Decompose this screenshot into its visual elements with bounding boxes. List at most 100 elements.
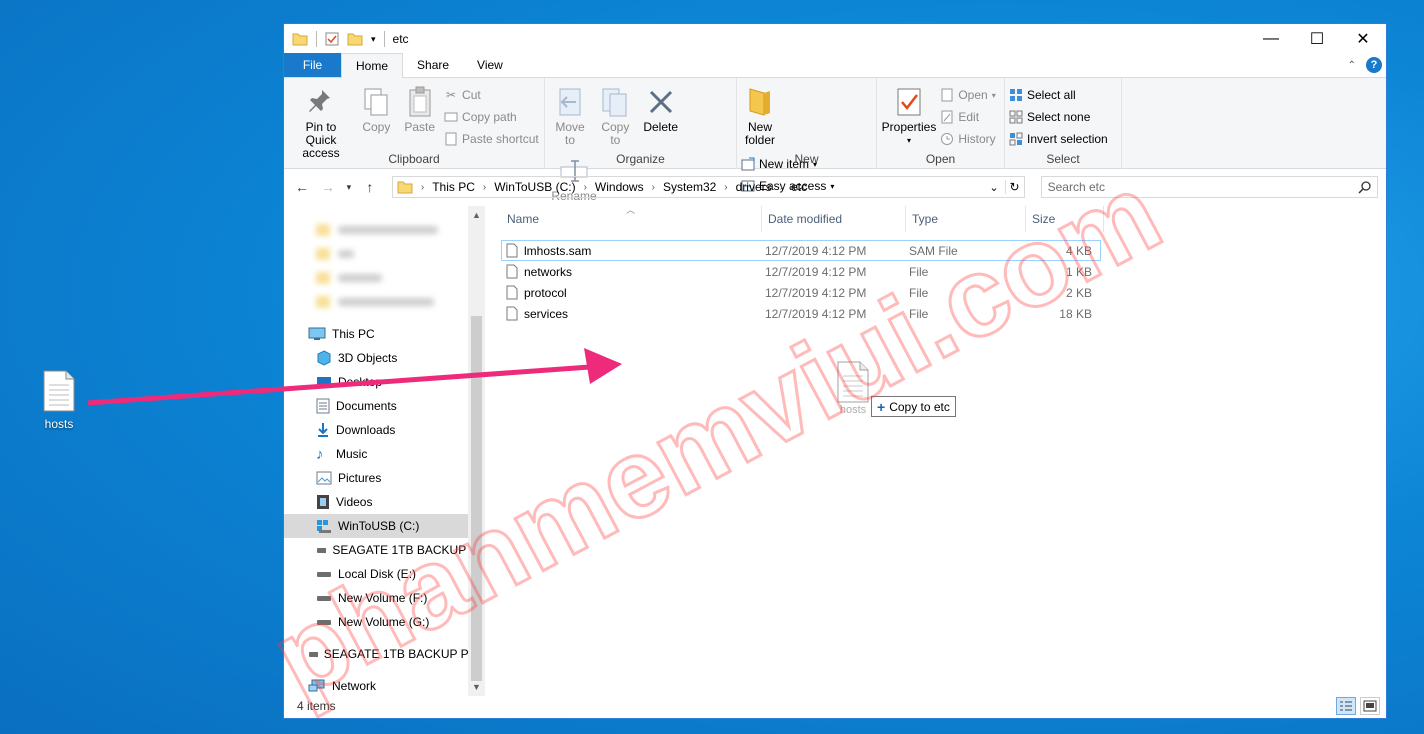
organize-group-title: Organize — [616, 152, 665, 166]
copy-to-button[interactable]: Copy to — [594, 82, 636, 151]
nav-local-disk-e[interactable]: Local Disk (E:) — [284, 562, 484, 586]
recent-locations-icon[interactable]: ▾ — [344, 182, 354, 193]
table-row[interactable]: protocol 12/7/2019 4:12 PM File 2 KB — [501, 282, 1101, 303]
scroll-down-icon[interactable]: ▼ — [468, 682, 485, 692]
window-title: etc — [392, 32, 409, 46]
file-explorer-window: ▾ etc — ☐ ✕ File Home Share View ⌃ ? Pin… — [283, 23, 1387, 719]
breadcrumb-drivers[interactable]: drivers — [736, 180, 772, 194]
nav-downloads[interactable]: Downloads — [284, 418, 484, 442]
nav-seagate-backup[interactable]: SEAGATE 1TB BACKUP PLU — [284, 642, 484, 666]
scroll-up-icon[interactable]: ▲ — [468, 210, 485, 220]
table-row[interactable]: lmhosts.sam 12/7/2019 4:12 PM SAM File 4… — [501, 240, 1101, 261]
breadcrumb-etc[interactable]: etc — [791, 180, 807, 194]
tab-file[interactable]: File — [284, 53, 341, 77]
new-folder-button[interactable]: New folder — [741, 82, 779, 151]
forward-button[interactable]: → — [318, 179, 338, 195]
downloads-icon — [318, 423, 328, 437]
tab-home[interactable]: Home — [341, 53, 404, 78]
column-date-modified[interactable]: Date modified — [762, 206, 906, 232]
open-button[interactable]: Open ▾ — [940, 84, 996, 106]
desktop-icon-label: hosts — [44, 417, 74, 431]
tab-share[interactable]: Share — [403, 53, 463, 77]
invert-selection-button[interactable]: Invert selection — [1009, 128, 1108, 150]
copy-to-tooltip: + Copy to etc — [871, 396, 956, 417]
folder-icon — [397, 181, 413, 194]
properties-button[interactable]: Properties ▾ — [881, 82, 937, 151]
documents-icon — [316, 398, 330, 414]
breadcrumb-drive[interactable]: WinToUSB (C:) — [494, 180, 575, 194]
nav-new-volume-f[interactable]: New Volume (F:) — [284, 586, 484, 610]
up-button[interactable]: ↑ — [360, 179, 380, 195]
open-group: Properties ▾ Open ▾ Edit History Open — [877, 78, 1005, 169]
close-button[interactable]: ✕ — [1340, 24, 1386, 54]
desktop-hosts-file[interactable]: hosts — [30, 370, 88, 431]
nav-videos[interactable]: Videos — [284, 490, 484, 514]
breadcrumb-this-pc[interactable]: This PC — [432, 180, 475, 194]
select-group-title: Select — [1046, 152, 1080, 166]
paste-button[interactable]: Paste — [399, 82, 441, 138]
address-dropdown-icon[interactable]: ⌄ — [989, 181, 998, 194]
move-to-button[interactable]: Move to — [549, 82, 591, 151]
search-icon — [1358, 180, 1371, 194]
scissors-icon: ✂ — [446, 88, 457, 102]
navigation-pane: This PC 3D Objects Desktop Documents Dow… — [284, 206, 485, 696]
nav-this-pc[interactable]: This PC — [284, 322, 484, 346]
minimize-button[interactable]: — — [1248, 24, 1294, 54]
nav-music[interactable]: ♪ Music — [284, 442, 484, 466]
details-view-button[interactable] — [1336, 697, 1356, 715]
qat-dropdown-icon[interactable]: ▾ — [371, 34, 376, 45]
search-box[interactable]: Search etc — [1040, 176, 1378, 198]
breadcrumb-system32[interactable]: System32 — [663, 180, 716, 194]
pictures-icon — [316, 471, 332, 485]
nav-seagate-drive[interactable]: SEAGATE 1TB BACKUP PL — [284, 538, 484, 562]
ribbon-tabs: File Home Share View ⌃ ? — [284, 53, 1386, 78]
videos-icon — [317, 495, 329, 509]
paste-icon — [409, 86, 431, 117]
history-button[interactable]: History — [940, 128, 996, 150]
clipboard-group: Pin to Quick access Copy Paste ✂ Cut Copy… — [284, 78, 545, 169]
delete-button[interactable]: Delete — [640, 82, 682, 138]
back-button[interactable]: ← — [292, 179, 312, 195]
paste-shortcut-button[interactable]: Paste shortcut — [444, 128, 539, 150]
edit-button[interactable]: Edit — [940, 106, 995, 128]
tab-view[interactable]: View — [463, 53, 517, 77]
refresh-icon[interactable]: ↻ — [1004, 180, 1020, 194]
scrollbar-thumb[interactable] — [471, 316, 482, 681]
computer-icon — [308, 327, 326, 340]
nav-pictures[interactable]: Pictures — [284, 466, 484, 490]
drive-icon — [317, 620, 331, 625]
nav-3d-objects[interactable]: 3D Objects — [284, 346, 484, 370]
nav-wintousb-drive[interactable]: WinToUSB (C:) — [284, 514, 484, 538]
large-icons-view-button[interactable] — [1360, 697, 1380, 715]
properties-icon[interactable] — [325, 32, 339, 46]
nav-documents[interactable]: Documents — [284, 394, 484, 418]
item-count: 4 items — [297, 699, 336, 713]
organize-group: Move to Copy to Delete Rename Organize — [545, 78, 737, 203]
table-row[interactable]: services 12/7/2019 4:12 PM File 18 KB — [501, 303, 1101, 324]
select-all-button[interactable]: Select all — [1009, 84, 1108, 106]
nav-scrollbar[interactable]: ▲ ▼ — [468, 206, 485, 696]
new-group-title: New — [794, 152, 819, 166]
collapse-ribbon-icon[interactable]: ⌃ — [1348, 60, 1356, 71]
address-bar[interactable]: › This PC › WinToUSB (C:) › Windows › Sy… — [391, 176, 1025, 198]
new-folder-icon[interactable] — [347, 32, 363, 46]
help-icon[interactable]: ? — [1366, 57, 1382, 73]
drive-icon — [317, 596, 331, 601]
file-icon — [506, 306, 518, 321]
column-size[interactable]: Size — [1026, 206, 1104, 232]
column-type[interactable]: Type — [906, 206, 1026, 232]
nav-new-volume-g[interactable]: New Volume (G:) — [284, 610, 484, 634]
plus-icon: + — [877, 398, 886, 415]
large-icons-view-icon — [1363, 700, 1377, 712]
select-none-button[interactable]: Select none — [1009, 106, 1108, 128]
file-icon — [506, 264, 518, 279]
cut-button[interactable]: ✂ Cut — [444, 84, 539, 106]
copy-path-button[interactable]: Copy path — [444, 106, 539, 128]
nav-desktop[interactable]: Desktop — [284, 370, 484, 394]
drive-icon — [309, 652, 318, 657]
breadcrumb-windows[interactable]: Windows — [595, 180, 644, 194]
table-row[interactable]: networks 12/7/2019 4:12 PM File 1 KB — [501, 261, 1101, 282]
copy-button[interactable]: Copy — [357, 82, 395, 138]
search-input[interactable]: Search etc — [1048, 180, 1105, 194]
maximize-button[interactable]: ☐ — [1294, 24, 1340, 54]
